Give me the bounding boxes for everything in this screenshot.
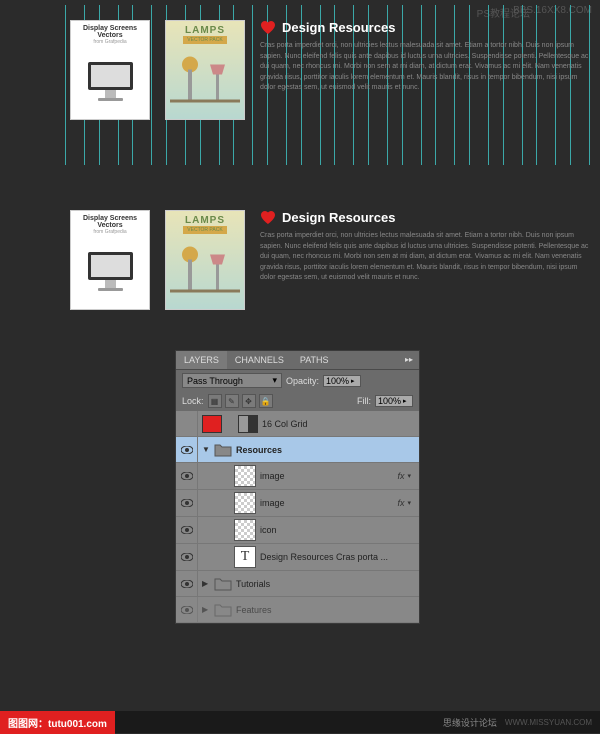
body-text: Cras porta imperdiet orci, non ultricies… (260, 231, 590, 284)
visibility-toggle[interactable] (176, 597, 198, 622)
monitor-icon (75, 238, 145, 305)
opacity-input[interactable]: 100%▸ (323, 375, 361, 387)
tab-channels[interactable]: CHANNELS (227, 351, 292, 369)
heart-icon (260, 21, 276, 35)
monitor-icon (75, 48, 145, 115)
card-title: Display Screens Vectors (75, 215, 145, 229)
visibility-toggle[interactable] (176, 517, 198, 543)
text-layer-thumb: T (234, 546, 256, 568)
panel-tabs: LAYERS CHANNELS PATHS ▸▸ (176, 351, 419, 370)
blend-mode-select[interactable]: Pass Through▾ (182, 373, 282, 388)
folder-icon (214, 603, 232, 617)
content-row: Display Screens Vectors from Grafpedia L… (70, 20, 590, 120)
layer-name: Tutorials (236, 579, 270, 589)
fx-indicator[interactable]: fx▾ (397, 498, 415, 508)
lock-all-icon[interactable]: 🔒 (259, 394, 273, 408)
card-subtitle: VECTOR PACK (183, 226, 226, 234)
fx-indicator[interactable]: fx▾ (397, 471, 415, 481)
layers-panel: LAYERS CHANNELS PATHS ▸▸ Pass Through▾ O… (175, 350, 420, 624)
disclosure-icon[interactable]: ▶ (202, 605, 210, 614)
section-heading: Design Resources (282, 210, 395, 225)
color-swatch (202, 415, 222, 433)
card-subtitle: from Grafpedia (75, 39, 145, 45)
fill-input[interactable]: 100%▸ (375, 395, 413, 407)
visibility-toggle[interactable] (176, 437, 198, 462)
tab-paths[interactable]: PATHS (292, 351, 337, 369)
visibility-toggle[interactable] (176, 490, 198, 516)
display-card: Display Screens Vectors from Grafpedia (70, 20, 150, 120)
text-block: Design Resources Cras porta imperdiet or… (260, 210, 590, 310)
layer-name: image (260, 471, 285, 481)
lamps-card: LAMPS VECTOR PACK (165, 20, 245, 120)
layer-row[interactable]: image fx▾ (176, 490, 419, 517)
disclosure-icon[interactable]: ▼ (202, 445, 210, 454)
card-title: LAMPS (170, 215, 240, 226)
lock-transparency-icon[interactable]: ▦ (208, 394, 222, 408)
layer-thumb (234, 519, 256, 541)
visibility-toggle[interactable] (176, 411, 198, 436)
footer: 图图网：tutu001.com 思缘设计论坛 WWW.MISSYUAN.COM (0, 711, 600, 733)
lock-row: Lock: ▦ ✎ ✥ 🔒 Fill: 100%▸ (176, 391, 419, 411)
section-no-grid: Display Screens Vectors from Grafpedia L… (0, 195, 600, 355)
footer-mid: 思缘设计论坛 (443, 716, 505, 729)
layer-name: Resources (236, 445, 282, 455)
layer-name: image (260, 498, 285, 508)
folder-icon (214, 443, 232, 457)
visibility-toggle[interactable] (176, 463, 198, 489)
visibility-toggle[interactable] (176, 571, 198, 596)
layer-thumb (234, 465, 256, 487)
layer-row[interactable]: image fx▾ (176, 463, 419, 490)
layer-row[interactable]: ▼ Resources (176, 437, 419, 463)
lamps-graphic (170, 44, 240, 115)
footer-url: WWW.MISSYUAN.COM (505, 718, 600, 727)
layer-row[interactable]: ▶ Features (176, 597, 419, 623)
card-title: Display Screens Vectors (75, 25, 145, 39)
disclosure-icon[interactable]: ▶ (202, 579, 210, 588)
footer-brand: 图图网：tutu001.com (0, 711, 115, 734)
mask-thumb (238, 415, 258, 433)
tab-layers[interactable]: LAYERS (176, 351, 227, 369)
display-card: Display Screens Vectors from Grafpedia (70, 210, 150, 310)
lock-pixels-icon[interactable]: ✎ (225, 394, 239, 408)
lamps-graphic (170, 234, 240, 305)
section-heading: Design Resources (282, 20, 395, 35)
lock-position-icon[interactable]: ✥ (242, 394, 256, 408)
section-with-grid: Display Screens Vectors from Grafpedia L… (0, 5, 600, 165)
layer-name: icon (260, 525, 277, 535)
card-subtitle: from Grafpedia (75, 229, 145, 235)
lock-label: Lock: (182, 396, 204, 406)
opacity-label: Opacity: (286, 376, 319, 386)
heart-icon (260, 211, 276, 225)
text-block: Design Resources Cras porta imperdiet or… (260, 20, 590, 120)
folder-icon (214, 577, 232, 591)
card-subtitle: VECTOR PACK (183, 36, 226, 44)
visibility-toggle[interactable] (176, 544, 198, 570)
layers-list: 16 Col Grid ▼ Resources image fx▾ (176, 411, 419, 623)
lamps-card: LAMPS VECTOR PACK (165, 210, 245, 310)
layer-thumb (234, 492, 256, 514)
layer-row[interactable]: ▶ Tutorials (176, 571, 419, 597)
content-row: Display Screens Vectors from Grafpedia L… (70, 210, 590, 310)
layer-name: 16 Col Grid (262, 419, 308, 429)
layer-name: Design Resources Cras porta ... (260, 552, 388, 562)
card-title: LAMPS (170, 25, 240, 36)
layer-name: Features (236, 605, 272, 615)
panel-menu-icon[interactable]: ▸▸ (399, 351, 419, 369)
layer-row[interactable]: 16 Col Grid (176, 411, 419, 437)
body-text: Cras porta imperdiet orci, non ultricies… (260, 41, 590, 94)
blend-row: Pass Through▾ Opacity: 100%▸ (176, 370, 419, 391)
layer-row[interactable]: icon (176, 517, 419, 544)
layer-row[interactable]: T Design Resources Cras porta ... (176, 544, 419, 571)
fill-label: Fill: (357, 396, 371, 406)
